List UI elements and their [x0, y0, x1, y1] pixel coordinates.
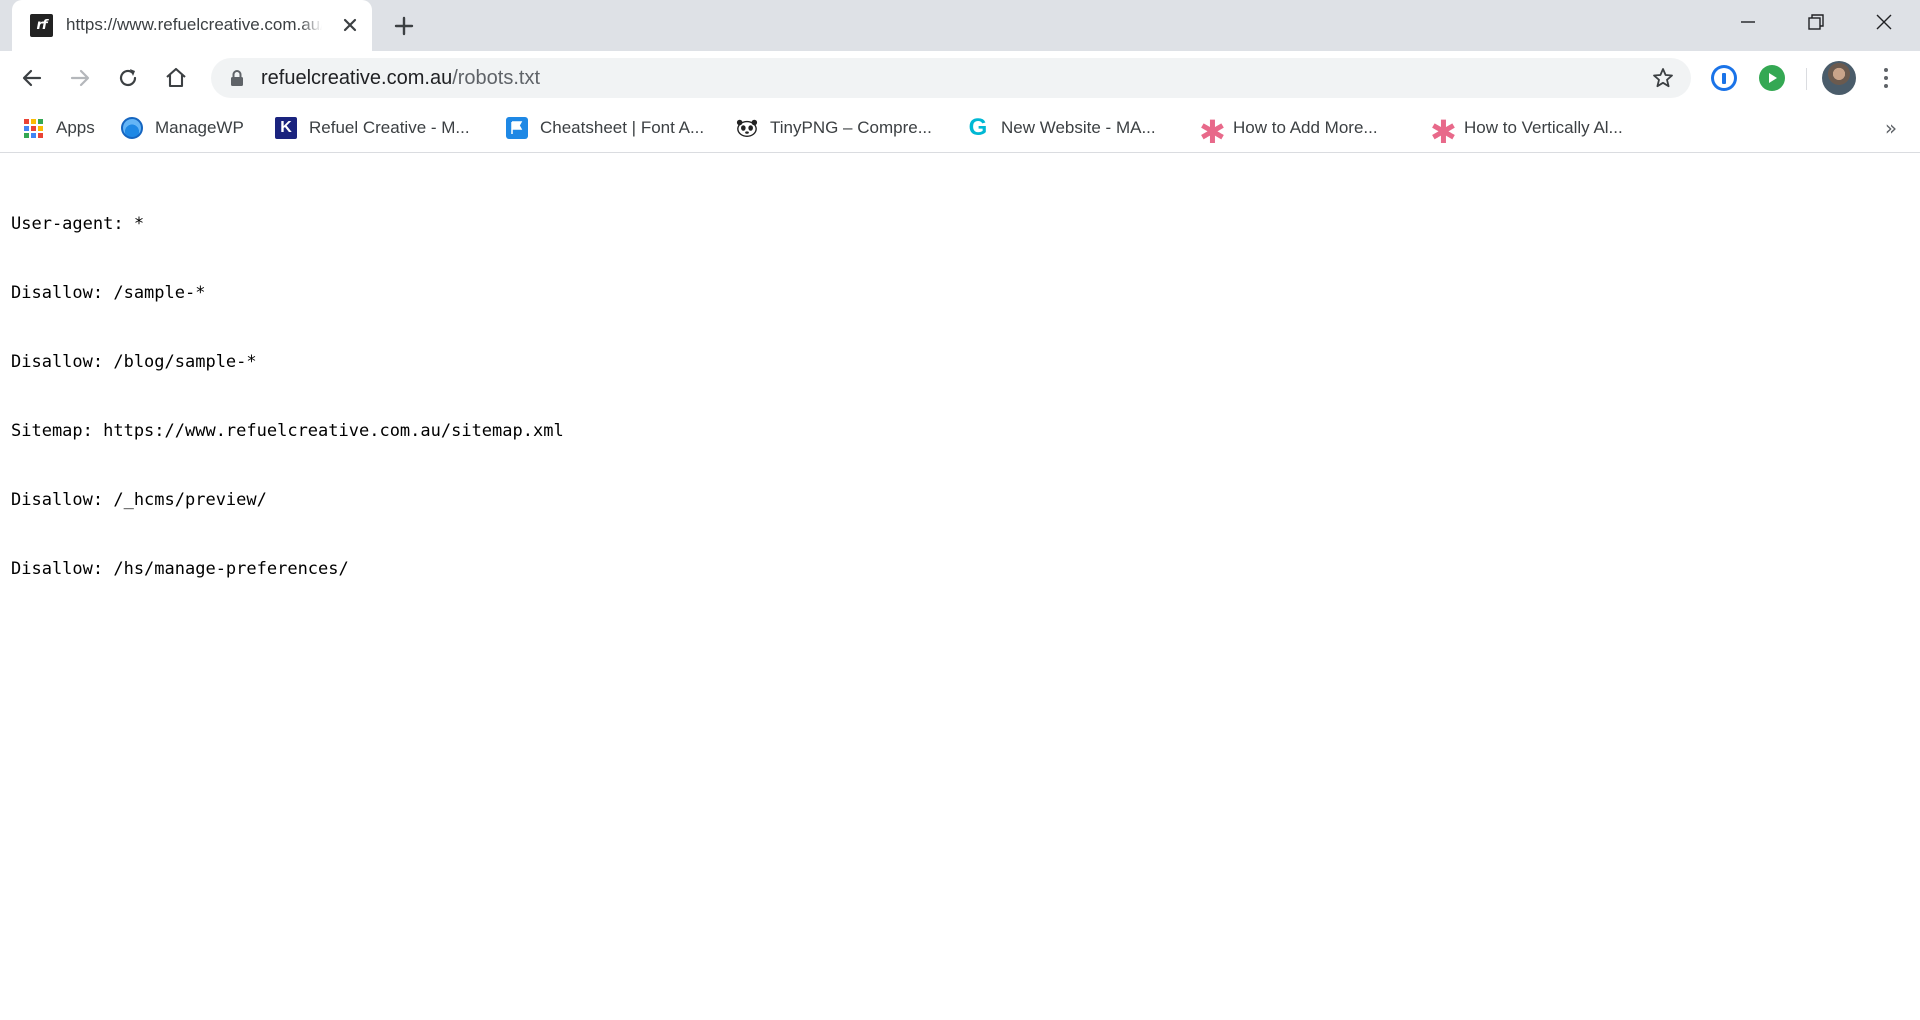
- bookmark-label: How to Add More...: [1233, 118, 1378, 137]
- panda-icon: [736, 117, 758, 139]
- robots-line: Disallow: /hs/manage-preferences/: [11, 559, 349, 579]
- bookmark-managewp[interactable]: ManageWP: [121, 113, 244, 143]
- apps-grid-dot: [37, 118, 43, 124]
- window-minimize-icon[interactable]: [1714, 0, 1782, 44]
- bookmarks-overflow-button[interactable]: »: [1876, 113, 1906, 143]
- robots-line: Disallow: /_hcms/preview/: [11, 490, 267, 510]
- robots-line: Disallow: /sample-*: [11, 283, 206, 303]
- bookmark-cheatsheet[interactable]: Cheatsheet | Font A...: [506, 113, 704, 143]
- bookmark-label: Apps: [56, 118, 95, 137]
- bookmark-star-icon[interactable]: [1651, 66, 1675, 90]
- apps-grid-dot: [23, 132, 29, 138]
- new-tab-icon[interactable]: [390, 12, 418, 40]
- apps-grid-dot: [23, 125, 29, 131]
- apps-grid-dot: [30, 118, 36, 124]
- bookmark-refuel-creative[interactable]: K Refuel Creative - M...: [275, 113, 470, 143]
- reload-button[interactable]: [112, 62, 144, 94]
- bookmark-tinypng[interactable]: TinyPNG – Compre...: [736, 113, 932, 143]
- bookmark-how-to-vertically-align[interactable]: ✱ How to Vertically Al...: [1430, 113, 1623, 151]
- robots-line: Sitemap: https://www.refuelcreative.com.…: [11, 421, 564, 441]
- forward-arrow-icon: [70, 69, 90, 87]
- k-logo-icon: K: [275, 117, 297, 139]
- site-favicon-icon: rf: [30, 14, 53, 37]
- toolbar-divider: [1806, 68, 1807, 90]
- robots-line: Disallow: /blog/sample-*: [11, 352, 257, 372]
- address-bar[interactable]: refuelcreative.com.au/robots.txt: [211, 58, 1691, 98]
- bookmark-label: Cheatsheet | Font A...: [540, 118, 705, 137]
- asterisk-icon: ✱: [1430, 113, 1457, 151]
- back-button[interactable]: [16, 62, 48, 94]
- reload-icon: [119, 69, 137, 87]
- apps-grid-dot: [23, 118, 29, 124]
- chrome-menu-icon[interactable]: [1872, 62, 1900, 94]
- page-content: User-agent: * Disallow: /sample-* Disall…: [0, 154, 1920, 1020]
- window-restore-icon[interactable]: [1782, 0, 1850, 44]
- url-path: /robots.txt: [452, 67, 541, 89]
- url-text[interactable]: refuelcreative.com.au/robots.txt: [261, 66, 540, 90]
- bookmark-label: TinyPNG – Compre...: [770, 118, 932, 137]
- lock-icon[interactable]: [229, 69, 245, 87]
- play-extension-icon[interactable]: [1759, 65, 1785, 91]
- managewp-icon: [121, 117, 143, 139]
- tab-title: https://www.refuelcreative.com.au/robots…: [66, 13, 322, 37]
- forward-button[interactable]: [64, 62, 96, 94]
- home-button[interactable]: [160, 62, 192, 94]
- apps-grid-dot: [30, 125, 36, 131]
- bookmark-apps[interactable]: Apps: [22, 113, 95, 143]
- apps-grid-icon: [22, 117, 44, 139]
- bookmarks-bar: Apps ManageWP K Refuel Creative - M... C…: [0, 104, 1920, 153]
- url-host: refuelcreative.com.au: [261, 67, 453, 89]
- bookmark-new-website[interactable]: G New Website - MA...: [967, 113, 1156, 143]
- 1password-extension-icon[interactable]: [1711, 65, 1737, 91]
- tab-active[interactable]: rf https://www.refuelcreative.com.au/rob…: [12, 0, 372, 51]
- robots-txt-body: User-agent: * Disallow: /sample-* Disall…: [11, 167, 564, 627]
- profile-avatar[interactable]: [1822, 61, 1856, 95]
- bookmark-label: How to Vertically Al...: [1464, 118, 1623, 137]
- apps-grid-dot: [37, 125, 43, 131]
- g-logo-icon: G: [968, 114, 988, 141]
- home-icon: [166, 67, 186, 88]
- robots-line: User-agent: *: [11, 214, 145, 234]
- back-arrow-icon: [22, 69, 42, 87]
- browser-toolbar: refuelcreative.com.au/robots.txt: [0, 51, 1920, 104]
- bookmark-label: ManageWP: [155, 118, 244, 137]
- bookmark-how-to-add-more[interactable]: ✱ How to Add More...: [1199, 113, 1378, 151]
- bookmark-label: New Website - MA...: [1001, 118, 1156, 137]
- bookmark-label: Refuel Creative - M...: [309, 118, 470, 137]
- window-close-icon[interactable]: [1850, 0, 1918, 44]
- flag-icon: [506, 117, 528, 139]
- apps-grid-dot: [30, 132, 36, 138]
- tab-strip: rf https://www.refuelcreative.com.au/rob…: [0, 0, 1920, 51]
- tab-close-icon[interactable]: [338, 13, 362, 37]
- asterisk-icon: ✱: [1199, 113, 1226, 151]
- apps-grid-dot: [37, 132, 43, 138]
